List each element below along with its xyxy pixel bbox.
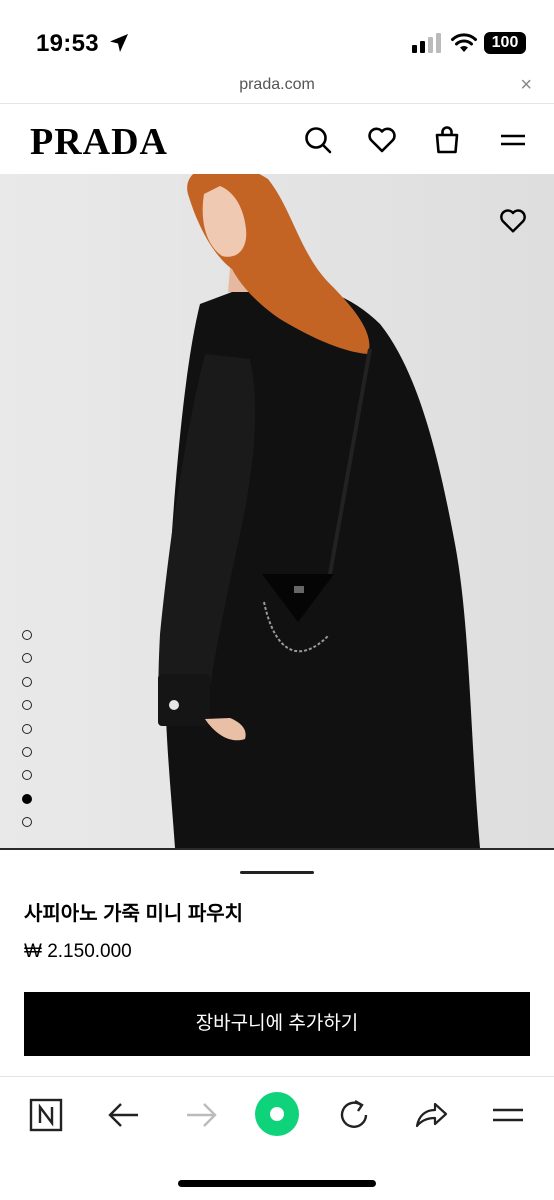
- search-icon[interactable]: [302, 124, 334, 156]
- status-time: 19:53: [36, 30, 99, 57]
- product-name: 사피아노 가죽 미니 파우치: [24, 903, 244, 925]
- carousel-dot[interactable]: [22, 793, 32, 804]
- heart-icon[interactable]: [366, 124, 398, 156]
- green-home-icon[interactable]: [254, 1091, 300, 1137]
- reload-icon[interactable]: [334, 1095, 374, 1135]
- status-bar: 19:53 100: [0, 0, 554, 70]
- carousel-dot[interactable]: [22, 746, 32, 757]
- model-photo: [0, 174, 554, 848]
- toolbar-menu-icon[interactable]: [488, 1095, 528, 1135]
- carousel-dot[interactable]: [22, 817, 32, 828]
- carousel-dot[interactable]: [22, 630, 32, 640]
- menu-icon[interactable]: [497, 124, 529, 156]
- prada-logo[interactable]: PRADA: [30, 120, 168, 164]
- home-indicator: [178, 1180, 376, 1187]
- back-arrow-icon[interactable]: [104, 1095, 144, 1135]
- location-arrow-icon: [110, 34, 128, 52]
- carousel-dot[interactable]: [22, 676, 32, 687]
- wifi-icon: [451, 33, 477, 52]
- product-hero-image[interactable]: [0, 174, 554, 848]
- carousel-dots: [22, 630, 36, 841]
- cellular-signal-icon: [412, 33, 441, 53]
- site-header: PRADA: [0, 104, 554, 174]
- battery-indicator: 100: [484, 32, 526, 54]
- shopping-bag-icon[interactable]: [431, 124, 463, 156]
- sheet-handle[interactable]: [240, 871, 314, 874]
- carousel-dot[interactable]: [22, 653, 32, 664]
- wishlist-heart-icon[interactable]: [498, 206, 528, 236]
- browser-url-bar[interactable]: prada.com ×: [0, 70, 554, 104]
- carousel-dot[interactable]: [22, 723, 32, 734]
- carousel-dot[interactable]: [22, 770, 32, 781]
- url-text[interactable]: prada.com: [0, 76, 554, 94]
- product-price: ₩ 2.150.000: [24, 941, 132, 962]
- add-to-cart-button[interactable]: 장바구니에 추가하기: [24, 992, 530, 1056]
- forward-arrow-icon: [187, 1103, 217, 1127]
- close-icon[interactable]: ×: [520, 74, 532, 97]
- sheet-divider: [0, 848, 554, 850]
- share-icon[interactable]: [411, 1095, 451, 1135]
- n-tab-icon[interactable]: [26, 1095, 66, 1135]
- carousel-dot[interactable]: [22, 700, 32, 711]
